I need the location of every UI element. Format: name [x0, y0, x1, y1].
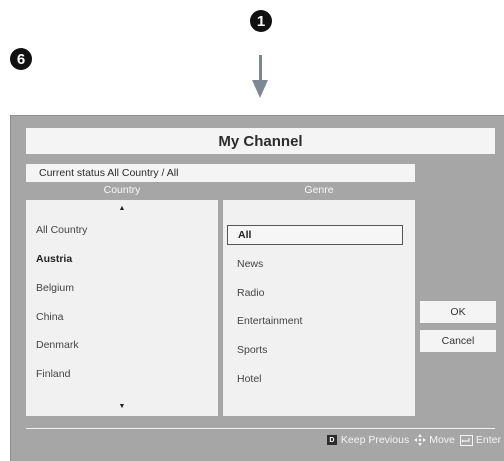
- genre-item-all[interactable]: All: [227, 225, 403, 245]
- ok-button[interactable]: OK: [420, 301, 496, 323]
- enter-icon: [459, 434, 473, 446]
- move-label: Move: [429, 434, 455, 446]
- step-6-callout: 6: [10, 48, 32, 70]
- scroll-up-icon[interactable]: ▲: [26, 205, 218, 212]
- move-arrows-icon: [414, 434, 427, 446]
- genre-item-sports[interactable]: Sports: [227, 340, 403, 360]
- country-item-belgium[interactable]: Belgium: [36, 278, 74, 298]
- country-item-all-country[interactable]: All Country: [36, 220, 87, 240]
- cancel-button[interactable]: Cancel: [420, 330, 496, 352]
- keep-previous-key-icon: D: [326, 435, 337, 445]
- step-1-callout: 1: [250, 10, 272, 32]
- footer-divider: [26, 428, 495, 429]
- genre-item-radio[interactable]: Radio: [227, 283, 403, 303]
- current-status: Current status All Country / All: [26, 164, 415, 182]
- enter-label: Enter: [475, 434, 501, 446]
- genre-item-hotel[interactable]: Hotel: [227, 369, 403, 389]
- country-item-china[interactable]: China: [36, 307, 63, 327]
- genre-item-news[interactable]: News: [227, 254, 403, 274]
- keep-previous-label: Keep Previous: [340, 434, 410, 446]
- genre-item-entertainment[interactable]: Entertainment: [227, 311, 403, 331]
- footer-hints: D Keep Previous Move Enter: [326, 434, 501, 446]
- country-item-finland[interactable]: Finland: [36, 364, 70, 384]
- genre-column-header: Genre: [304, 184, 334, 196]
- genre-list[interactable]: All News Radio Entertainment Sports Hote…: [223, 200, 415, 416]
- scroll-down-icon[interactable]: ▼: [26, 403, 218, 410]
- dialog-title: My Channel: [26, 128, 495, 154]
- country-list[interactable]: ▲ All Country Austria Belgium China Denm…: [26, 200, 218, 416]
- country-item-austria[interactable]: Austria: [36, 249, 72, 269]
- my-channel-dialog: My Channel Current status All Country / …: [10, 115, 504, 461]
- country-item-denmark[interactable]: Denmark: [36, 335, 79, 355]
- country-column-header: Country: [103, 184, 141, 196]
